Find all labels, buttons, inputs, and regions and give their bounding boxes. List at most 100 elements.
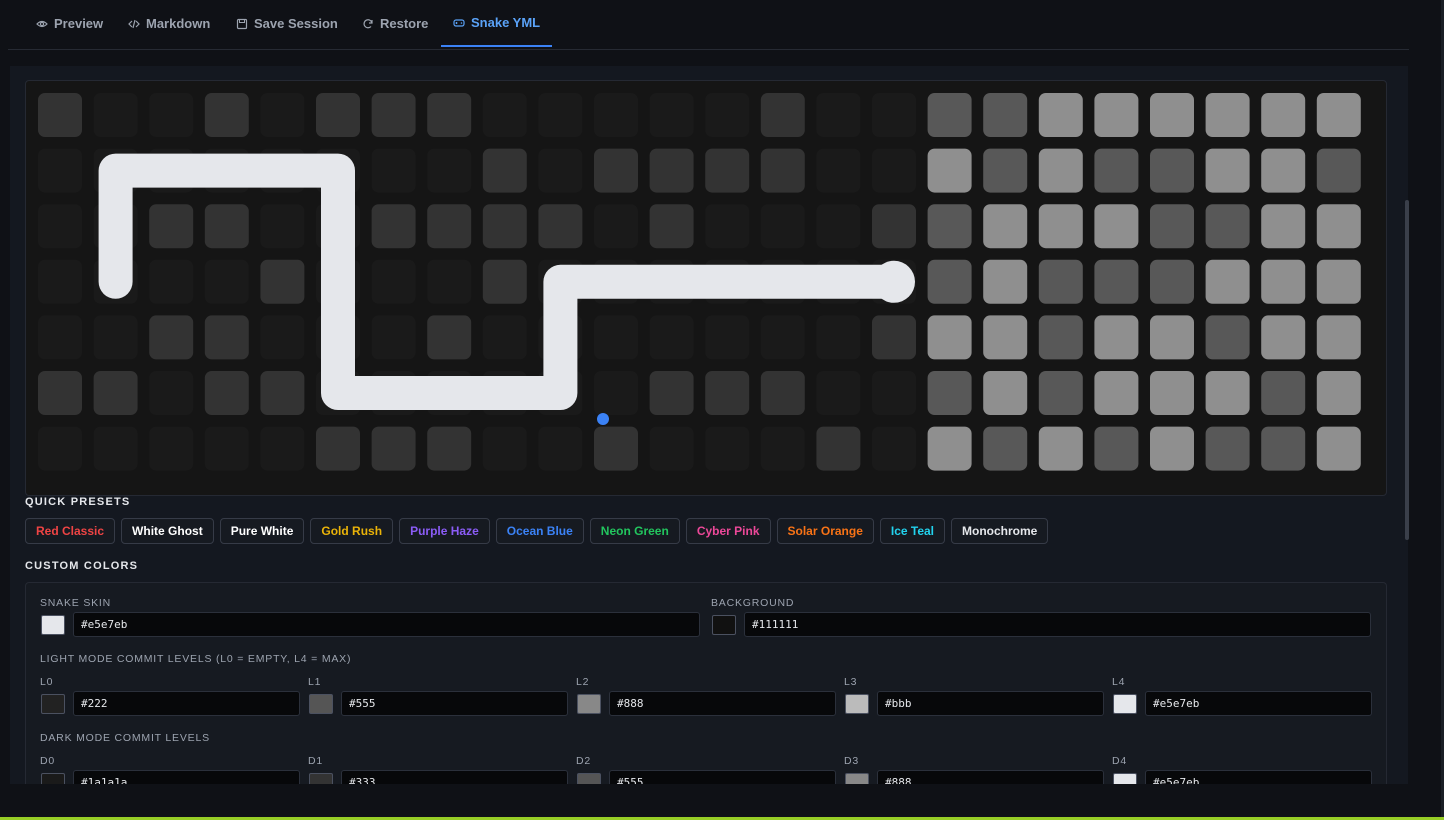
- grid-cell: [538, 148, 583, 193]
- level-l4-label: L4: [1112, 676, 1126, 688]
- preset-pure-white[interactable]: Pure White: [219, 518, 305, 544]
- grid-cell: [482, 259, 527, 304]
- level-l4-swatch[interactable]: [1113, 694, 1137, 714]
- level-d4-input[interactable]: [1145, 770, 1372, 784]
- grid-cell: [816, 204, 861, 249]
- preset-gold-rush[interactable]: Gold Rush: [310, 518, 394, 544]
- level-d2-input[interactable]: [609, 770, 836, 784]
- grid-cell: [983, 148, 1028, 193]
- level-l1-swatch[interactable]: [309, 694, 333, 714]
- grid-cell: [705, 315, 750, 360]
- level-l0-swatch[interactable]: [41, 694, 65, 714]
- level-d2-swatch[interactable]: [577, 773, 601, 784]
- snake-skin-label: SNAKE SKIN: [40, 597, 112, 609]
- level-l3-input[interactable]: [877, 691, 1104, 716]
- grid-cell: [260, 426, 305, 471]
- custom-colors-box: SNAKE SKIN BACKGROUND LIGHT MODE COMMIT …: [25, 582, 1387, 784]
- background-swatch[interactable]: [712, 615, 736, 635]
- preset-neon-green[interactable]: Neon Green: [589, 518, 680, 544]
- grid-cell: [1038, 204, 1083, 249]
- preset-ocean-blue[interactable]: Ocean Blue: [495, 518, 584, 544]
- grid-cell: [482, 93, 527, 137]
- grid-cell: [927, 259, 972, 304]
- grid-cell: [204, 259, 249, 304]
- grid-cell: [371, 315, 416, 360]
- grid-cell: [760, 315, 805, 360]
- level-d3-input[interactable]: [877, 770, 1104, 784]
- eye-icon: [36, 20, 48, 27]
- tab-label: Restore: [380, 16, 429, 31]
- level-l2-label: L2: [576, 676, 590, 688]
- grid-cell: [204, 371, 249, 415]
- level-l2-swatch[interactable]: [577, 694, 601, 714]
- level-d1-swatch[interactable]: [309, 773, 333, 784]
- cursor-indicator: [597, 413, 609, 425]
- grid-cell: [872, 204, 916, 249]
- level-l0-input[interactable]: [73, 691, 300, 716]
- preset-ice-teal[interactable]: Ice Teal: [879, 518, 946, 544]
- grid-cell: [38, 259, 82, 304]
- grid-cell: [538, 426, 583, 471]
- grid-cell: [93, 426, 138, 471]
- grid-cell: [482, 426, 527, 471]
- preset-monochrome[interactable]: Monochrome: [951, 518, 1049, 544]
- grid-cell: [1316, 204, 1361, 249]
- grid-cell: [983, 259, 1028, 304]
- grid-cell: [872, 426, 916, 471]
- grid-cell: [1261, 204, 1306, 249]
- grid-cell: [1150, 148, 1194, 193]
- tab-markdown[interactable]: Markdown: [116, 0, 222, 47]
- scrollbar-thumb[interactable]: [1405, 200, 1409, 540]
- grid-cell: [1094, 371, 1139, 415]
- level-l4-input[interactable]: [1145, 691, 1372, 716]
- save-icon: [236, 18, 248, 29]
- grid-cell: [427, 204, 472, 249]
- level-d2-label: D2: [576, 755, 592, 767]
- level-d1-input[interactable]: [341, 770, 568, 784]
- grid-cell: [1205, 259, 1250, 304]
- level-l0-label: L0: [40, 676, 54, 688]
- level-l3-swatch[interactable]: [845, 694, 869, 714]
- grid-cell: [1261, 259, 1306, 304]
- level-d0-input[interactable]: [73, 770, 300, 784]
- grid-cell: [1205, 426, 1250, 471]
- tab-restore[interactable]: Restore: [350, 0, 440, 47]
- grid-cell: [1038, 148, 1083, 193]
- preset-white-ghost[interactable]: White Ghost: [121, 518, 214, 544]
- background-input[interactable]: [744, 612, 1371, 637]
- level-d3-swatch[interactable]: [845, 773, 869, 784]
- level-d0-swatch[interactable]: [41, 773, 65, 784]
- snake-preview-board: [25, 80, 1387, 496]
- preset-red-classic[interactable]: Red Classic: [25, 518, 116, 544]
- preset-cyber-pink[interactable]: Cyber Pink: [685, 518, 771, 544]
- snake-skin-swatch[interactable]: [41, 615, 65, 635]
- preset-solar-orange[interactable]: Solar Orange: [776, 518, 874, 544]
- grid-cell: [1150, 204, 1194, 249]
- grid-cell: [1038, 259, 1083, 304]
- grid-cell: [705, 371, 750, 415]
- grid-cell: [927, 426, 972, 471]
- tab-save-session[interactable]: Save Session: [224, 0, 350, 47]
- grid-cell: [1038, 93, 1083, 137]
- grid-cell: [594, 426, 638, 471]
- level-l1-input[interactable]: [341, 691, 568, 716]
- grid-cell: [872, 93, 916, 137]
- tab-preview[interactable]: Preview: [24, 0, 115, 47]
- grid-cell: [38, 93, 82, 137]
- preset-purple-haze[interactable]: Purple Haze: [399, 518, 490, 544]
- snake-skin-input[interactable]: [73, 612, 700, 637]
- grid-cell: [316, 93, 360, 137]
- grid-cell: [649, 371, 694, 415]
- refresh-icon: [363, 18, 373, 28]
- custom-colors-title: CUSTOM COLORS: [25, 560, 139, 572]
- tab-snake-yml[interactable]: Snake YML: [441, 0, 553, 47]
- level-l2-input[interactable]: [609, 691, 836, 716]
- grid-cell: [149, 259, 194, 304]
- grid-cell: [594, 315, 638, 360]
- grid-cell: [705, 148, 750, 193]
- level-d4-swatch[interactable]: [1113, 773, 1137, 784]
- grid-cell: [1316, 371, 1361, 415]
- grid-cell: [93, 371, 138, 415]
- grid-cell: [427, 93, 472, 137]
- grid-cell: [482, 204, 527, 249]
